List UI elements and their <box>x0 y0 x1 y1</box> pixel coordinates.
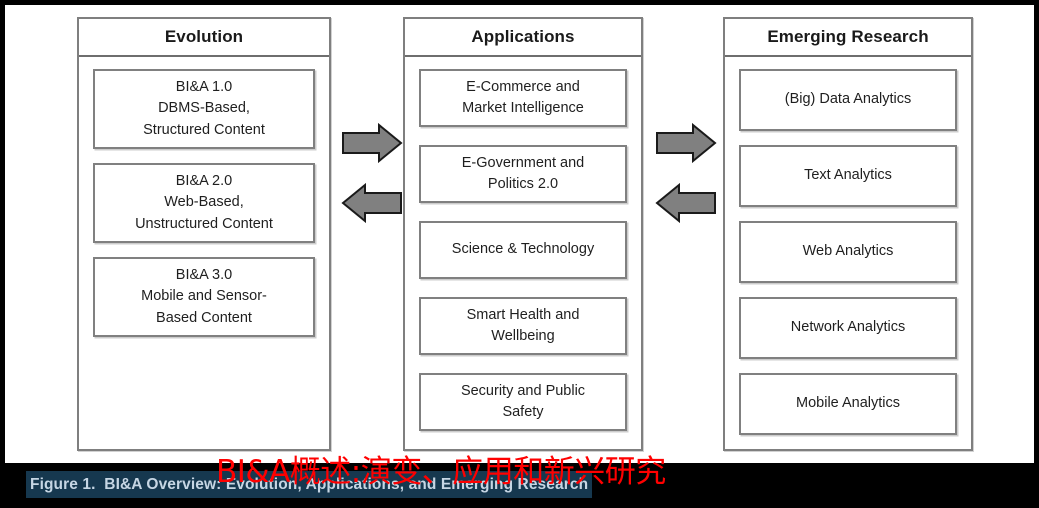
item-line: BI&A 1.0 <box>175 79 233 96</box>
column-header-emerging-research: Emerging Research <box>725 19 971 57</box>
item-line: BI&A 3.0 <box>175 267 233 284</box>
column-evolution: Evolution BI&A 1.0 DBMS-Based, Structure… <box>77 17 331 451</box>
item-line: Science & Technology <box>451 241 595 258</box>
item-line: E-Commerce and <box>466 78 580 95</box>
item-box-smart-health[interactable]: Smart Health and Wellbeing <box>419 297 627 355</box>
item-box-bia-2[interactable]: BI&A 2.0 Web-Based, Unstructured Content <box>93 163 315 243</box>
item-box-big-data-analytics[interactable]: (Big) Data Analytics <box>739 69 957 131</box>
arrow-right-icon <box>341 123 403 163</box>
item-box-bia-3[interactable]: BI&A 3.0 Mobile and Sensor- Based Conten… <box>93 257 315 337</box>
figure-caption-bar: Figure 1. BI&A Overview: Evolution, Appl… <box>0 463 1039 508</box>
item-box-egovernment[interactable]: E-Government and Politics 2.0 <box>419 145 627 203</box>
item-text: Science & Technology <box>446 239 600 260</box>
item-line: Unstructured Content <box>135 215 273 232</box>
diagram-canvas: Evolution BI&A 1.0 DBMS-Based, Structure… <box>0 0 1039 463</box>
arrow-group-evolution-applications <box>339 117 411 227</box>
item-text: Security and Public Safety <box>455 381 591 423</box>
item-text: Text Analytics <box>798 165 898 186</box>
column-header-evolution: Evolution <box>79 19 329 57</box>
item-box-security-safety[interactable]: Security and Public Safety <box>419 373 627 431</box>
item-line: Politics 2.0 <box>487 176 559 192</box>
column-applications: Applications E-Commerce and Market Intel… <box>403 17 643 451</box>
arrow-left-icon <box>655 183 717 223</box>
item-box-bia-1[interactable]: BI&A 1.0 DBMS-Based, Structured Content <box>93 69 315 149</box>
item-box-web-analytics[interactable]: Web Analytics <box>739 221 957 283</box>
item-text: (Big) Data Analytics <box>779 89 918 110</box>
item-text: E-Commerce and Market Intelligence <box>456 77 590 119</box>
item-box-science-technology[interactable]: Science & Technology <box>419 221 627 279</box>
item-line: Safety <box>502 404 544 420</box>
item-text: E-Government and Politics 2.0 <box>456 153 591 195</box>
item-line: E-Government and <box>461 154 585 171</box>
item-box-network-analytics[interactable]: Network Analytics <box>739 297 957 359</box>
item-line: Smart Health and <box>466 306 580 323</box>
item-line: Security and Public <box>460 382 586 399</box>
item-box-ecommerce[interactable]: E-Commerce and Market Intelligence <box>419 69 627 127</box>
arrow-right-icon <box>655 123 717 163</box>
column-body-evolution: BI&A 1.0 DBMS-Based, Structured Content … <box>79 57 329 449</box>
item-line: BI&A 2.0 <box>175 173 233 190</box>
item-line: Web-Based, <box>164 194 244 211</box>
column-header-title: Emerging Research <box>767 27 929 46</box>
item-line: Market Intelligence <box>462 100 584 116</box>
item-line: Mobile and Sensor- <box>141 288 267 305</box>
item-line: Structured Content <box>143 121 265 138</box>
column-body-applications: E-Commerce and Market Intelligence E-Gov… <box>405 57 641 449</box>
item-line: Web Analytics <box>802 243 894 260</box>
item-line: Wellbeing <box>491 328 555 344</box>
item-text: Smart Health and Wellbeing <box>461 305 586 347</box>
column-emerging-research: Emerging Research (Big) Data Analytics T… <box>723 17 973 451</box>
item-line: Text Analytics <box>804 167 892 184</box>
item-text: BI&A 3.0 Mobile and Sensor- Based Conten… <box>135 265 273 328</box>
item-text: BI&A 2.0 Web-Based, Unstructured Content <box>129 171 279 234</box>
item-text: Network Analytics <box>785 317 911 338</box>
column-body-emerging-research: (Big) Data Analytics Text Analytics Web … <box>725 57 971 449</box>
caption-selection-highlight[interactable]: Figure 1. BI&A Overview: Evolution, Appl… <box>26 471 593 498</box>
figure-caption-text: Figure 1. BI&A Overview: Evolution, Appl… <box>30 475 589 493</box>
item-text: BI&A 1.0 DBMS-Based, Structured Content <box>137 77 271 140</box>
column-header-title: Applications <box>471 27 575 46</box>
item-line: Network Analytics <box>790 319 906 336</box>
item-line: Mobile Analytics <box>796 395 900 412</box>
figure-root: Evolution BI&A 1.0 DBMS-Based, Structure… <box>0 0 1039 508</box>
item-line: (Big) Data Analytics <box>784 91 912 108</box>
arrow-left-icon <box>341 183 403 223</box>
item-text: Mobile Analytics <box>790 393 906 414</box>
column-header-applications: Applications <box>405 19 641 57</box>
item-line: DBMS-Based, <box>158 100 250 117</box>
item-text: Web Analytics <box>797 241 900 262</box>
item-line: Based Content <box>156 309 252 326</box>
column-header-title: Evolution <box>164 27 244 46</box>
item-box-text-analytics[interactable]: Text Analytics <box>739 145 957 207</box>
item-box-mobile-analytics[interactable]: Mobile Analytics <box>739 373 957 435</box>
arrow-group-applications-emerging <box>653 117 725 227</box>
